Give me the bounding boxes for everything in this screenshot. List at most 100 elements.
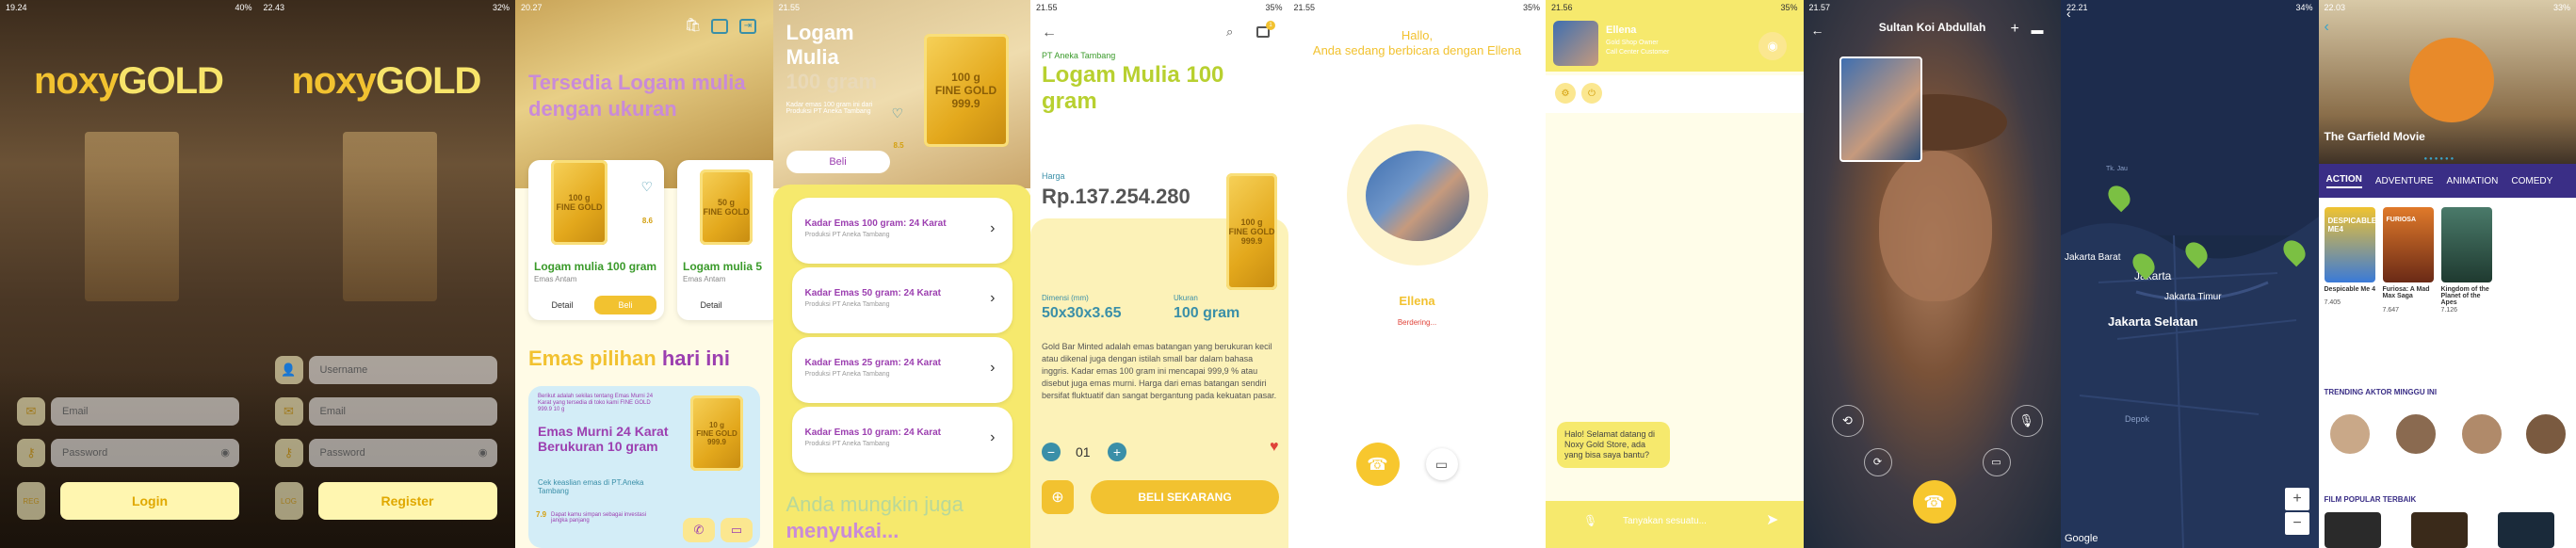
eye-icon[interactable]: ◉ <box>220 446 230 459</box>
message-input[interactable]: Tanyakan sesuatu... <box>1623 516 1707 526</box>
heart-icon[interactable]: ♡ <box>640 179 653 195</box>
gold-bar-image: 100 g FINE GOLD 999.9 <box>1226 173 1277 290</box>
brand-label: PT Aneka Tambang <box>1042 51 1116 60</box>
status-time: 22.21 <box>2066 3 2088 12</box>
self-preview[interactable] <box>1839 56 1922 162</box>
promo-card[interactable]: Berikut adalah sekilas tentang Emas Murn… <box>528 386 760 548</box>
carousel-dots[interactable]: ●●●●●● <box>2424 156 2456 162</box>
shop-icon[interactable]: 🛍 <box>685 17 702 33</box>
phone-icon[interactable]: ✆ <box>683 518 715 542</box>
section-title-b: hari ini <box>661 347 730 370</box>
map-canvas[interactable] <box>2061 0 2319 548</box>
settings-icon[interactable]: ⚙ <box>1555 83 1576 104</box>
status-battery: 34% <box>2295 3 2313 12</box>
zoom-out-button[interactable]: − <box>2285 512 2309 535</box>
movie-poster[interactable]: FURIOSA <box>2382 207 2434 282</box>
actor-avatar[interactable] <box>2459 412 2503 456</box>
cart-icon[interactable] <box>711 19 728 34</box>
login-switch-button[interactable]: LOG <box>274 482 303 520</box>
tab-adventure[interactable]: ADVENTURE <box>2375 176 2434 186</box>
product-card[interactable]: 50 g FINE GOLD Logam mulia 5 Emas Antam … <box>677 160 773 320</box>
login-button[interactable]: Login <box>60 482 239 520</box>
buy-button[interactable]: Beli <box>594 296 656 314</box>
chat-icon[interactable]: ▭ <box>721 518 753 542</box>
register-switch-button[interactable]: REG <box>17 482 45 520</box>
caller-name: Ellena <box>1399 294 1435 308</box>
movie-poster[interactable] <box>2440 207 2492 282</box>
email-field[interactable]: Email <box>51 397 239 426</box>
tab-comedy[interactable]: COMEDY <box>2511 176 2552 186</box>
buy-button[interactable]: Beli <box>786 151 890 173</box>
call-status: Berdering... <box>1397 318 1437 327</box>
app-logo: noxyGOLD <box>291 60 482 103</box>
movie-poster[interactable] <box>2410 512 2468 548</box>
status-bar: 21.55 35% <box>1288 0 1547 15</box>
password-field[interactable]: Password ◉ <box>51 439 239 467</box>
end-call-button[interactable]: ☎ <box>1355 443 1400 486</box>
chat-icon[interactable]: ▭ <box>1425 448 1458 480</box>
list-item-title: Kadar Emas 10 gram: 24 Karat <box>804 427 942 438</box>
username-field[interactable]: Username <box>308 356 497 384</box>
logout-icon[interactable]: ⇥ <box>739 19 756 34</box>
switch-camera-icon[interactable]: ⟲ <box>1831 405 1864 437</box>
product-subtitle: Emas Antam <box>534 275 577 283</box>
actor-avatar[interactable] <box>2523 412 2568 456</box>
logo-text-noxy: noxy <box>34 60 119 102</box>
search-icon[interactable]: ⌕ <box>1226 24 1233 40</box>
microphone-icon[interactable]: 🎙 <box>1583 514 1597 527</box>
rotate-icon[interactable]: ⟳ <box>1863 448 1892 476</box>
chevron-right-icon: › <box>990 290 996 306</box>
eye-icon[interactable]: ◉ <box>478 446 488 459</box>
status-bar: 21.57 <box>1804 0 2062 15</box>
tab-animation[interactable]: ANIMATION <box>2447 176 2499 186</box>
chat-bubble-icon[interactable]: ▭ <box>1982 448 2011 476</box>
heart-filled-icon[interactable]: ♥ <box>1270 439 1279 456</box>
tab-action[interactable]: ACTION <box>2325 174 2362 188</box>
product-description: Gold Bar Minted adalah emas batangan yan… <box>1042 342 1277 400</box>
quantity-value: 01 <box>1076 444 1091 459</box>
detail-button[interactable]: Detail <box>683 296 739 314</box>
mute-icon[interactable]: 🎙 <box>2010 405 2043 437</box>
power-icon[interactable]: ⏻ <box>1581 83 1602 104</box>
gold-bar-image: 100 g FINE GOLD 999.9 <box>923 34 1009 147</box>
section-title: FILM POPULAR TERBAIK <box>2324 495 2417 504</box>
rating-badge: 8.6 <box>641 217 653 225</box>
cart-icon[interactable]: 1 <box>1256 21 1275 38</box>
add-to-cart-button[interactable]: ⊕ <box>1042 480 1074 514</box>
movie-poster[interactable]: DESPICABLE ME4 <box>2324 207 2376 282</box>
list-item[interactable]: Kadar Emas 25 gram: 24 Karat Produksi PT … <box>791 337 1013 403</box>
login-screen: 19.24 40% noxyGOLD ✉ Email ⚷ Password ◉ RE… <box>0 0 258 548</box>
heart-icon[interactable]: ♡ <box>892 105 904 121</box>
detail-button[interactable]: Detail <box>534 296 591 314</box>
list-item[interactable]: Kadar Emas 100 gram: 24 Karat Produksi PT… <box>791 198 1013 264</box>
quantity-plus-button[interactable]: + <box>1108 443 1126 461</box>
end-call-button[interactable]: ☎ <box>1912 480 1956 524</box>
map-label: Jakarta Selatan <box>2108 314 2198 329</box>
map-label: Depok <box>2125 414 2150 424</box>
quantity-minus-button[interactable]: − <box>1042 443 1061 461</box>
list-item[interactable]: Kadar Emas 50 gram: 24 Karat Produksi PT … <box>791 267 1013 333</box>
hero-title: Logam Mulia 100 gram <box>786 21 878 94</box>
actor-avatar[interactable] <box>2327 412 2372 456</box>
buy-now-button[interactable]: BELI SEKARANG <box>1091 480 1279 514</box>
movie-poster[interactable] <box>2497 512 2554 548</box>
movie-poster[interactable] <box>2324 512 2381 548</box>
chat-icon[interactable]: ▬ <box>2032 23 2044 37</box>
video-call-button[interactable]: ◉ <box>1758 32 1787 60</box>
register-button[interactable]: Register <box>317 482 497 520</box>
chat-message-bubble: Halo! Selamat datang di Noxy Gold Store,… <box>1557 422 1670 468</box>
back-arrow-icon[interactable]: ← <box>1042 24 1057 41</box>
email-icon: ✉ <box>274 397 303 426</box>
logo-text-noxy: noxy <box>291 60 377 102</box>
status-battery: 35% <box>1522 3 1540 12</box>
dimension-value: 50x30x3.65 <box>1042 305 1122 321</box>
zoom-in-button[interactable]: + <box>2285 488 2309 510</box>
add-participant-icon[interactable]: + <box>2011 21 2019 38</box>
back-arrow-icon[interactable]: ‹ <box>2325 19 2329 36</box>
actor-avatar[interactable] <box>2393 412 2438 456</box>
product-card[interactable]: 100 g FINE GOLD ♡ 8.6 Logam mulia 100 gr… <box>528 160 664 320</box>
list-item[interactable]: Kadar Emas 10 gram: 24 Karat Produksi PT … <box>791 407 1013 473</box>
password-field[interactable]: Password ◉ <box>308 439 497 467</box>
email-field[interactable]: Email <box>308 397 497 426</box>
send-icon[interactable]: ➤ <box>1766 510 1778 529</box>
